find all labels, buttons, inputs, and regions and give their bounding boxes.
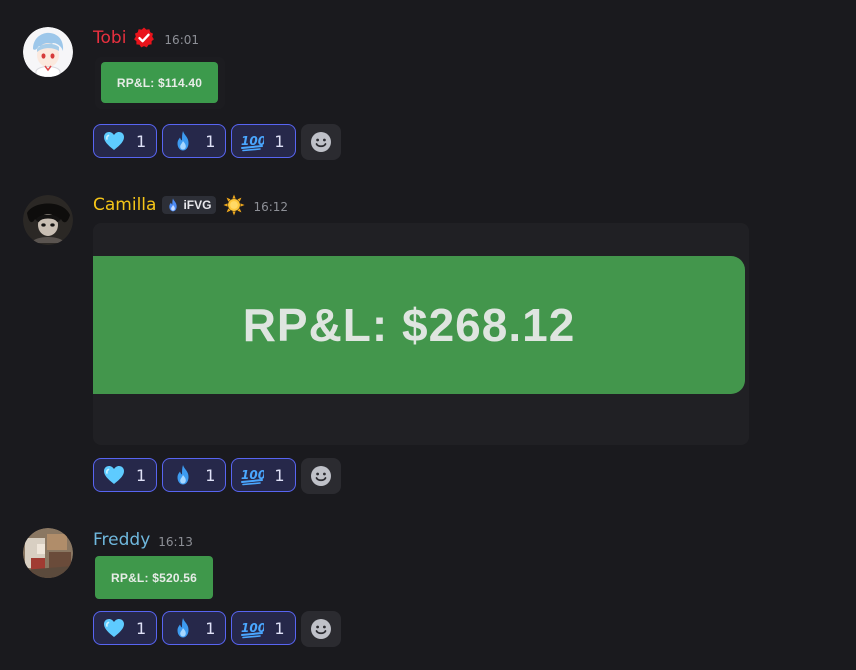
- timestamp: 16:12: [253, 199, 289, 214]
- add-reaction-button[interactable]: [300, 124, 341, 160]
- message-header: Freddy 16:13: [93, 528, 193, 552]
- avatar[interactable]: [23, 27, 73, 77]
- fire-icon: [171, 616, 195, 640]
- image-attachment[interactable]: RP&L: $520.56: [93, 554, 215, 602]
- chat-log: Tobi 16:01 RP&L: $114.40 1 1 1 Camilla i…: [0, 0, 856, 670]
- blue-heart-icon: [102, 616, 126, 640]
- username[interactable]: Tobi: [93, 28, 126, 48]
- reaction-fire[interactable]: 1: [162, 611, 227, 645]
- hundred-points-icon: [240, 129, 264, 153]
- reaction-hundred[interactable]: 1: [231, 458, 296, 492]
- reaction-blue-heart[interactable]: 1: [93, 611, 158, 645]
- smile-icon: [309, 464, 333, 488]
- message-header: Camilla iFVG 16:12: [93, 193, 288, 217]
- reaction-count: 1: [205, 618, 216, 638]
- timestamp: 16:01: [164, 32, 200, 47]
- username[interactable]: Camilla: [93, 195, 156, 215]
- reaction-count: 1: [274, 465, 285, 485]
- reactions-bar: 1 1 1: [93, 124, 341, 160]
- image-attachment[interactable]: RP&L: $114.40: [95, 57, 225, 109]
- reaction-count: 1: [136, 465, 147, 485]
- reaction-count: 1: [274, 131, 285, 151]
- avatar[interactable]: [23, 528, 73, 578]
- reactions-bar: 1 1 1: [93, 611, 341, 647]
- sun-icon: [223, 194, 245, 216]
- avatar[interactable]: [23, 195, 73, 245]
- hundred-points-icon: [240, 463, 264, 487]
- reaction-hundred[interactable]: 1: [231, 611, 296, 645]
- image-attachment[interactable]: RP&L: $268.12: [93, 223, 749, 445]
- reaction-count: 1: [205, 465, 216, 485]
- blue-fire-icon: [169, 198, 178, 212]
- reaction-fire[interactable]: 1: [162, 124, 227, 158]
- blue-heart-icon: [102, 463, 126, 487]
- reaction-hundred[interactable]: 1: [231, 124, 296, 158]
- hundred-points-icon: [240, 616, 264, 640]
- blue-heart-icon: [102, 129, 126, 153]
- smile-icon: [309, 130, 333, 154]
- add-reaction-button[interactable]: [300, 458, 341, 494]
- reaction-blue-heart[interactable]: 1: [93, 124, 158, 158]
- reaction-count: 1: [205, 131, 216, 151]
- reaction-fire[interactable]: 1: [162, 458, 227, 492]
- message-header: Tobi 16:01: [93, 26, 199, 50]
- pnl-text: RP&L: $520.56: [95, 556, 213, 599]
- pnl-text: RP&L: $268.12: [93, 256, 745, 394]
- smile-icon: [309, 617, 333, 641]
- role-tag-label: iFVG: [183, 198, 212, 212]
- verified-icon: [134, 27, 155, 48]
- fire-icon: [171, 463, 195, 487]
- reaction-count: 1: [136, 618, 147, 638]
- timestamp: 16:13: [158, 534, 193, 549]
- add-reaction-button[interactable]: [300, 611, 341, 647]
- reaction-blue-heart[interactable]: 1: [93, 458, 158, 492]
- reactions-bar: 1 1 1: [93, 458, 341, 494]
- role-tag[interactable]: iFVG: [162, 196, 217, 214]
- reaction-count: 1: [274, 618, 285, 638]
- fire-icon: [171, 129, 195, 153]
- reaction-count: 1: [136, 131, 147, 151]
- pnl-text: RP&L: $114.40: [101, 62, 218, 103]
- username[interactable]: Freddy: [93, 530, 150, 550]
